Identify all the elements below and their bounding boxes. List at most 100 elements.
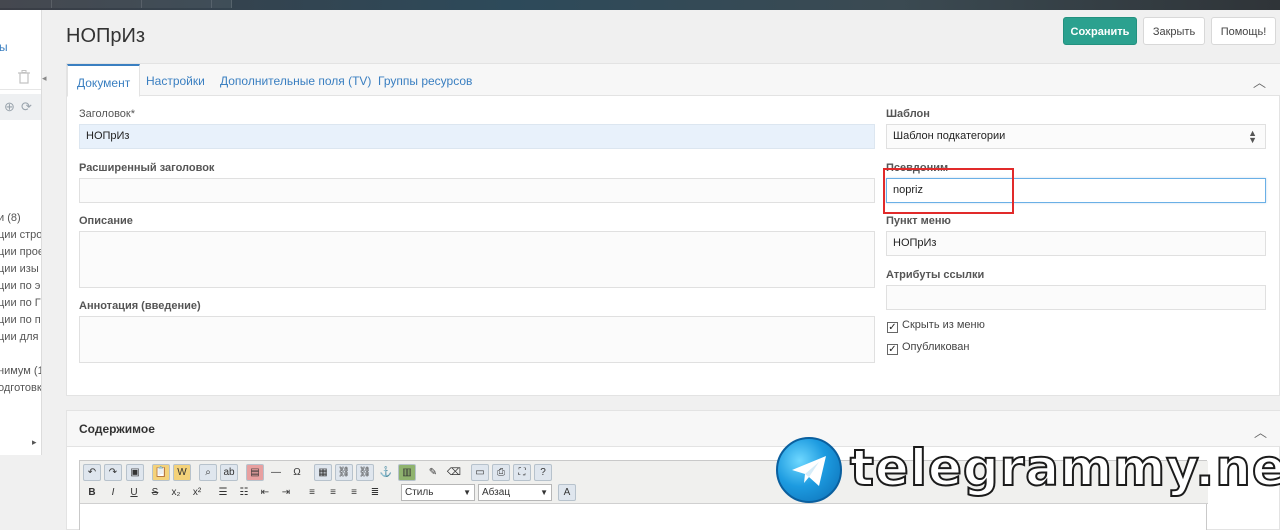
tree-item[interactable]: ции изы: [0, 261, 41, 278]
watermark: telegrammy.net: [776, 437, 1280, 503]
tree-item[interactable]: ции прое: [0, 244, 41, 261]
link-attributes-label: Атрибуты ссылки: [886, 269, 985, 281]
save-button[interactable]: Сохранить: [1063, 17, 1137, 45]
strikethrough-icon[interactable]: S: [146, 484, 164, 501]
sidebar-toolbar: [0, 66, 41, 90]
underline-icon[interactable]: U: [125, 484, 143, 501]
media-icon[interactable]: ▥: [398, 464, 416, 481]
template-icon[interactable]: ▭: [471, 464, 489, 481]
trash-icon[interactable]: [18, 70, 30, 84]
telegram-logo-icon: [776, 437, 842, 503]
flash-icon[interactable]: ▤: [246, 464, 264, 481]
indent-icon[interactable]: ⇥: [277, 484, 295, 501]
annotation-highlight-box: [883, 168, 1014, 214]
tree-item[interactable]: ции стро: [0, 227, 41, 244]
undo-icon[interactable]: ↶: [83, 464, 101, 481]
tab-tv-fields[interactable]: Дополнительные поля (TV): [220, 64, 371, 96]
checkbox-checked-icon[interactable]: ✓: [887, 322, 898, 333]
anchor-icon[interactable]: ⚓: [377, 464, 395, 481]
outdent-icon[interactable]: ⇤: [256, 484, 274, 501]
replace-icon[interactable]: ab: [220, 464, 238, 481]
menutitle-label: Пункт меню: [886, 215, 951, 227]
sidebar-link[interactable]: ы: [0, 40, 8, 54]
clear-formatting-icon[interactable]: A: [558, 484, 576, 501]
description-label: Описание: [79, 215, 133, 227]
select-arrows-icon: ▲ ▼: [1248, 128, 1257, 145]
topbar-segment: [142, 0, 212, 8]
published-checkbox-row[interactable]: ✓ Опубликован: [887, 341, 969, 355]
align-right-icon[interactable]: ≡: [345, 484, 363, 501]
style-select-value: Стиль: [405, 487, 434, 498]
format-select[interactable]: Абзац ▼: [478, 484, 552, 501]
sidebar-toolbar-secondary: ⊕ ⟳: [0, 94, 41, 120]
tab-resource-groups[interactable]: Группы ресурсов: [378, 64, 472, 96]
title-input[interactable]: НОПрИз: [79, 124, 875, 149]
superscript-icon[interactable]: x²: [188, 484, 206, 501]
title-label: Заголовок*: [79, 108, 135, 120]
numbered-list-icon[interactable]: ☷: [235, 484, 253, 501]
style-select[interactable]: Стиль ▼: [401, 484, 475, 501]
help-icon[interactable]: ?: [534, 464, 552, 481]
topbar-segment: [0, 0, 52, 8]
bold-icon[interactable]: B: [83, 484, 101, 501]
find-icon[interactable]: ⌕: [199, 464, 217, 481]
image-icon[interactable]: ▦: [314, 464, 332, 481]
menutitle-input[interactable]: НОПрИз: [886, 231, 1266, 256]
chevron-up-icon[interactable]: ︿: [1253, 72, 1267, 90]
tree-item[interactable]: ции по э: [0, 278, 41, 295]
horizontal-rule-icon[interactable]: —: [267, 464, 285, 481]
highlight-icon[interactable]: ✎: [424, 464, 442, 481]
template-select[interactable]: Шаблон подкатегории ▲ ▼: [886, 124, 1266, 149]
special-char-icon[interactable]: Ω: [288, 464, 306, 481]
align-left-icon[interactable]: ≡: [303, 484, 321, 501]
tree-item[interactable]: ции по п: [0, 312, 41, 329]
collapse-sidebar-icon[interactable]: ◂: [42, 68, 50, 88]
paste-word-icon[interactable]: W: [173, 464, 191, 481]
print-icon[interactable]: ⎙: [492, 464, 510, 481]
subscript-icon[interactable]: x₂: [167, 484, 185, 501]
close-button[interactable]: Закрыть: [1143, 17, 1205, 45]
hidemenu-checkbox-row[interactable]: ✓ Скрыть из меню: [887, 319, 985, 333]
template-label: Шаблон: [886, 108, 930, 120]
topbar-segment: [52, 0, 142, 8]
resource-tree-sidebar: ы ⊕ ⟳ и (8) ции стро ции прое ции изы ци…: [0, 10, 42, 455]
redo-icon[interactable]: ↷: [104, 464, 122, 481]
chevron-down-icon: ▼: [540, 488, 548, 497]
resource-tree: и (8) ции стро ции прое ции изы ции по э…: [0, 210, 41, 397]
eraser-icon[interactable]: ⌫: [445, 464, 463, 481]
template-value: Шаблон подкатегории: [893, 130, 1006, 142]
chevron-down-icon: ▼: [463, 488, 471, 497]
refresh-icon[interactable]: ⟳: [21, 99, 32, 115]
help-button[interactable]: Помощь!: [1211, 17, 1276, 45]
add-circle-icon[interactable]: ⊕: [4, 99, 15, 115]
tree-item[interactable]: [0, 346, 41, 363]
tab-document[interactable]: Документ: [67, 64, 141, 97]
unlink-icon[interactable]: ⛓: [356, 464, 374, 481]
bullet-list-icon[interactable]: ☰: [214, 484, 232, 501]
top-navbar: [0, 0, 1280, 10]
hidemenu-label: Скрыть из меню: [902, 319, 985, 331]
description-textarea[interactable]: [79, 231, 875, 288]
tree-item[interactable]: ции по Г: [0, 295, 41, 312]
checkbox-checked-icon[interactable]: ✓: [887, 344, 898, 355]
align-center-icon[interactable]: ≡: [324, 484, 342, 501]
scroll-right-icon[interactable]: ▸: [32, 437, 37, 448]
tab-settings[interactable]: Настройки: [146, 64, 205, 96]
fullscreen-icon[interactable]: ⛶: [513, 464, 531, 481]
paste-icon[interactable]: 📋: [152, 464, 170, 481]
tree-item[interactable]: ции для: [0, 329, 41, 346]
align-justify-icon[interactable]: ≣: [366, 484, 384, 501]
link-icon[interactable]: ⛓: [335, 464, 353, 481]
italic-icon[interactable]: I: [104, 484, 122, 501]
watermark-text: telegrammy.net: [849, 438, 1280, 498]
page-title: НОПрИз: [66, 25, 146, 47]
longtitle-input[interactable]: [79, 178, 875, 203]
link-attributes-input[interactable]: [886, 285, 1266, 310]
tree-item[interactable]: нимум (1: [0, 363, 41, 380]
tree-item[interactable]: и (8): [0, 210, 41, 227]
longtitle-label: Расширенный заголовок: [79, 162, 215, 174]
tree-item[interactable]: одготовк: [0, 380, 41, 397]
introtext-textarea[interactable]: [79, 316, 875, 363]
topbar-segment: [212, 0, 232, 8]
select-all-icon[interactable]: ▣: [126, 464, 144, 481]
